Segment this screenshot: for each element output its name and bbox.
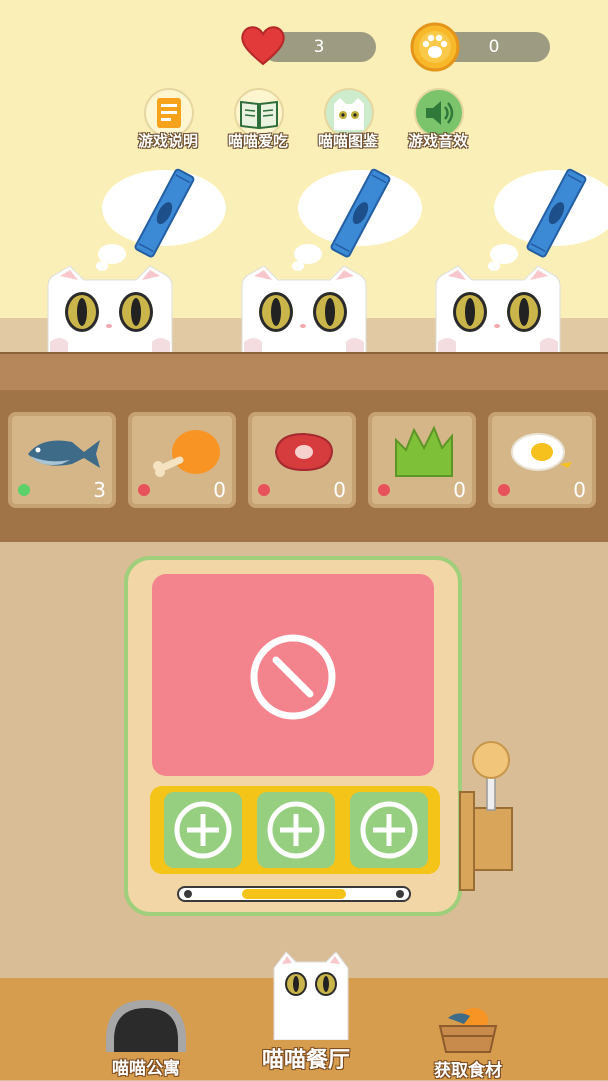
ingredient-count: 0 [213,478,226,502]
reel-slot-1[interactable] [164,792,242,868]
ingredient-slot-egg[interactable]: 0 [488,412,596,508]
progress-bar [177,886,411,902]
chicken-leg-icon [153,430,220,477]
ingredient-count: 3 [93,478,106,502]
status-dot [258,484,270,496]
favorites-button[interactable]: 喵喵爱吃 [226,88,288,150]
ingredient-slot-chicken[interactable]: 0 [128,412,236,508]
order-bubble-3 [488,162,608,272]
sound-button[interactable]: 游戏音效 [406,88,468,150]
ingredient-slot-fish[interactable]: 3 [8,412,116,508]
fish-icon [28,440,100,468]
steak-icon [274,432,334,472]
cat-treat-stick-icon [292,168,422,271]
nav-get-ingredients[interactable]: 获取食材 [418,1000,518,1081]
paw-coin-icon [410,22,460,72]
ingredient-slot-steak[interactable]: 0 [248,412,356,508]
reel-slot-2[interactable] [257,792,335,868]
ingredient-count: 0 [333,478,346,502]
instructions-button[interactable]: 游戏说明 [136,88,198,150]
customer-cat-1[interactable] [44,262,176,358]
fried-egg-icon [511,433,572,471]
nav-restaurant-label: 喵喵餐厅 [261,1048,350,1073]
status-dot [498,484,510,496]
nav-apartment-label: 喵喵公寓 [112,1059,180,1079]
cat-album-label: 喵喵图鉴 [317,132,378,150]
reel-tray [150,786,440,874]
add-icon [360,801,418,859]
cat-album-button[interactable]: 喵喵图鉴 [316,88,378,150]
ingredient-slot-greens[interactable]: 0 [368,412,476,508]
sound-label: 游戏音效 [407,132,468,150]
machine-screen [152,574,434,776]
nav-apartment[interactable]: 喵喵公寓 [98,996,194,1080]
cat-face-icon [273,951,349,1040]
ingredient-count: 0 [573,478,586,502]
status-dot [138,484,150,496]
status-dot [18,484,30,496]
add-icon [174,801,232,859]
order-bubble-2 [292,162,428,272]
reel-slot-3[interactable] [350,792,428,868]
slot-lever[interactable] [456,734,518,894]
heart-icon [241,26,285,66]
greens-icon [395,425,453,477]
order-bubble-1 [96,162,232,272]
customer-cat-3[interactable] [432,262,564,358]
cat-house-icon [106,1000,186,1052]
cat-treat-stick-icon [488,168,608,271]
ingredient-count: 0 [453,478,466,502]
nav-get-ingredients-label: 获取食材 [434,1061,502,1081]
cat-treat-stick-icon [96,168,226,271]
add-icon [267,801,325,859]
status-dot [378,484,390,496]
ingredient-basket-icon [438,1008,498,1053]
counter-top [0,354,608,390]
customer-cat-2[interactable] [238,262,370,358]
nav-restaurant[interactable]: 喵喵餐厅 [248,948,364,1080]
prohibited-icon [250,634,336,720]
favorites-label: 喵喵爱吃 [227,132,288,150]
instructions-label: 游戏说明 [137,132,198,150]
